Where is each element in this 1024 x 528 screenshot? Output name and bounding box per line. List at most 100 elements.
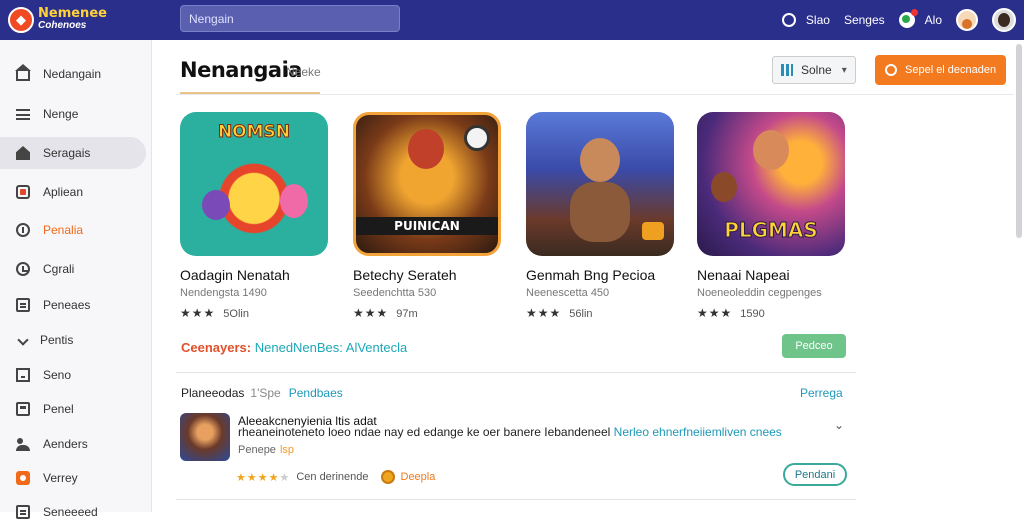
card-title[interactable]: Betechy Serateh <box>353 267 457 283</box>
section-see-all-link[interactable]: Perrega <box>800 386 843 400</box>
sidebar-item-6[interactable]: Peneaes <box>0 289 146 321</box>
sidebar-item-2[interactable]: Seragais <box>0 137 146 169</box>
section-inline-link[interactable]: Pendbaes <box>289 386 343 400</box>
card-title[interactable]: Oadagin Nenatah <box>180 267 290 283</box>
list-item-thumbnail[interactable] <box>180 413 230 461</box>
meta-label: Cen derinende <box>296 471 369 483</box>
card-rating: ★★★ 97m <box>353 306 418 320</box>
sidebar-item-label: Nedangain <box>43 67 102 81</box>
users-icon <box>16 437 30 451</box>
sidebar-item-7[interactable]: Pentis <box>0 324 146 356</box>
sidebar-item-4[interactable]: Penalia <box>0 214 146 246</box>
location-menu[interactable]: Slao <box>781 13 830 27</box>
box-icon <box>16 402 30 416</box>
location-label: Slao <box>805 13 830 27</box>
star-rating-icon: ★★★ <box>697 306 733 320</box>
add-icon <box>885 64 897 76</box>
sidebar-item-label: Aenders <box>43 437 88 451</box>
sidebar-item-label: Penel <box>43 402 74 416</box>
promo-button[interactable]: Pedceo <box>782 334 846 358</box>
sidebar-item-5[interactable]: Cgrali <box>0 253 146 285</box>
scrollbar[interactable] <box>1016 44 1022 238</box>
sidebar-item-label: Cgrali <box>43 262 75 276</box>
thumbnail-art-text: PLGMAS <box>724 218 819 243</box>
card-rating: ★★★ 56lin <box>526 306 593 320</box>
app-card[interactable]: NOMSN Oadagin Nenatah Nendengsta 1490 ★★… <box>180 112 330 320</box>
clock-icon <box>16 262 30 276</box>
section-title: Planeeodas <box>181 386 245 400</box>
top-bar: ◆ Nemenee Cohenoes Nengain Slao Senges A… <box>0 0 1024 40</box>
app-card[interactable]: PLGMAS Nenaai Napeai Noeneoleddin cegpen… <box>697 112 847 320</box>
card-subtitle: Neenescetta 450 <box>526 287 610 299</box>
rating-value: 1590 <box>740 308 765 320</box>
list-item-meta: ★★★★★ Cen derinende Deepla <box>236 470 435 484</box>
sidebar-item-3[interactable]: Apliean <box>0 176 146 208</box>
sidebar-item-9[interactable]: Penel <box>0 393 146 425</box>
description-link[interactable]: Nerleo ehnerfneiiemliven <box>614 425 747 439</box>
grid-icon <box>781 64 793 76</box>
section-divider <box>176 372 856 373</box>
app-thumbnail[interactable] <box>526 112 674 256</box>
section-count: 1'Spe <box>250 386 281 400</box>
sidebar-item-label: Seragais <box>43 146 91 160</box>
sidebar-item-label: Seneeeed <box>43 505 98 519</box>
app-thumbnail[interactable]: NOMSN <box>180 112 328 256</box>
app-thumbnail[interactable]: PUINICAN <box>353 112 501 256</box>
sidebar-item-12[interactable]: Seneeeed <box>0 496 146 528</box>
section-header: Planeeodas 1'Spe Pendbaes <box>181 386 343 400</box>
settings-label: Senges <box>843 13 885 27</box>
list-item-action-button[interactable]: Pendani <box>783 463 847 486</box>
user-avatar-button[interactable] <box>992 8 1016 32</box>
info-icon <box>16 223 30 237</box>
chevron-down-icon[interactable]: ⌄ <box>834 418 844 432</box>
card-title[interactable]: Nenaai Napeai <box>697 267 790 283</box>
card-subtitle: Seedenchtta 530 <box>353 287 437 299</box>
sidebar-item-8[interactable]: Seno <box>0 359 146 391</box>
chevron-down-icon: ▾ <box>841 64 847 76</box>
logo-icon: ◆ <box>8 7 34 33</box>
sidebar-item-1[interactable]: Nenge <box>0 98 146 130</box>
app-icon <box>16 185 30 199</box>
card-title[interactable]: Genmah Bng Pecioa <box>526 267 655 283</box>
coin-icon <box>380 470 395 484</box>
profile-avatar-button[interactable] <box>956 9 978 31</box>
avatar <box>956 9 978 31</box>
star-rating-icon: ★★★ <box>526 306 562 320</box>
pen-icon <box>17 334 29 346</box>
header-divider <box>176 94 1014 95</box>
page-subtitle: Neeke <box>286 65 321 79</box>
sidebar-item-11[interactable]: Verrey <box>0 462 146 494</box>
app-card[interactable]: Genmah Bng Pecioa Neenescetta 450 ★★★ 56l… <box>526 112 676 320</box>
sidebar: Nedangain Nenge Seragais Apliean Penalia… <box>0 40 152 519</box>
sidebar-item-label: Apliean <box>43 185 84 199</box>
home-icon <box>15 64 31 81</box>
description-link-suffix[interactable]: cnees <box>750 425 782 439</box>
notification-icon <box>898 9 918 28</box>
sidebar-item-0[interactable]: Nedangain <box>0 58 146 90</box>
meta-orange-label: Deepla <box>400 471 436 483</box>
app-card[interactable]: PUINICAN Betechy Serateh Seedenchtta 530… <box>353 112 503 320</box>
rating-value: 56lin <box>569 308 593 320</box>
sort-dropdown[interactable]: Solne ▾ <box>772 56 856 84</box>
promo-link[interactable]: NenedNenBes: AlVentecla <box>255 340 408 355</box>
sidebar-item-label: Verrey <box>43 471 78 485</box>
primary-action-button[interactable]: Sepel el decnaden <box>875 55 1006 85</box>
tag-label: Penepe <box>238 444 276 456</box>
sidebar-item-label: Peneaes <box>43 298 91 312</box>
notifications-label: Alo <box>924 13 942 27</box>
app-thumbnail[interactable]: PLGMAS <box>697 112 845 256</box>
doc-icon <box>16 505 30 519</box>
promo-label: Ceenayers: <box>181 340 252 355</box>
card-rating: ★★★ 5Olin <box>180 306 249 320</box>
search-input[interactable]: Nengain <box>180 5 400 32</box>
logo-title: Nemenee <box>38 6 107 21</box>
sidebar-item-label: Pentis <box>40 333 74 347</box>
app-logo[interactable]: ◆ Nemenee Cohenoes <box>8 3 118 37</box>
orange-app-icon <box>16 471 30 485</box>
card-subtitle: Nendengsta 1490 <box>180 287 267 299</box>
sort-label: Solne <box>801 63 832 77</box>
sidebar-item-10[interactable]: Aenders <box>0 428 146 460</box>
rating-value: 97m <box>396 308 418 320</box>
notifications-button[interactable]: Alo <box>898 9 942 28</box>
settings-menu[interactable]: Senges <box>844 13 885 27</box>
